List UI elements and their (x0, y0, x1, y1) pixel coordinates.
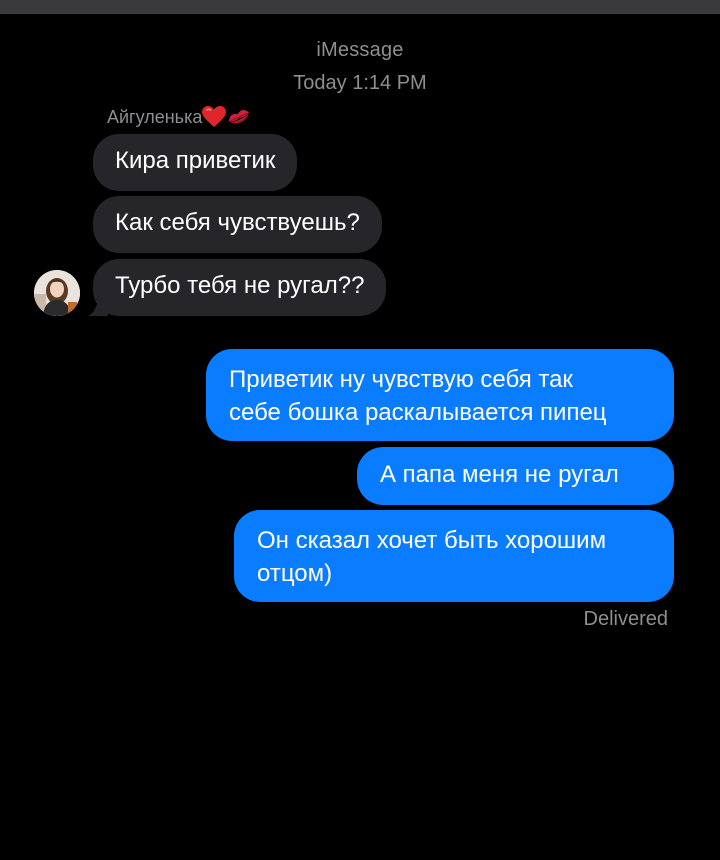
message-text-line: отцом) (257, 560, 333, 587)
incoming-message[interactable]: Турбо тебя не ругал?? (93, 259, 387, 316)
contact-avatar[interactable] (34, 270, 80, 316)
message-text: Как себя чувствуешь? (115, 209, 360, 236)
message-text: Турбо тебя не ругал?? (115, 272, 365, 299)
incoming-message[interactable]: Как себя чувствуешь? (93, 196, 382, 253)
window-top-bar (0, 0, 720, 14)
outgoing-message[interactable]: Приветик ну чувствую себя так себе бошка… (206, 349, 674, 441)
avatar-photo (34, 270, 80, 316)
timestamp: Today 1:14 PM (293, 72, 427, 94)
outgoing-message[interactable]: Он сказал хочет быть хорошим отцом) (234, 510, 674, 602)
delivery-status: Delivered (583, 608, 668, 630)
red-heart-icon (202, 106, 227, 127)
service-label: iMessage (316, 39, 404, 61)
kiss-mark-icon (229, 109, 250, 124)
incoming-message[interactable]: Кира приветик (93, 134, 298, 191)
message-text-line: себе бошка раскалывается пипец (229, 399, 607, 426)
sender-name: Айгуленька (107, 107, 203, 127)
message-text-line: Он сказал хочет быть хорошим (257, 527, 607, 554)
message-text: А папа меня не ругал (380, 461, 619, 488)
sender-emoji (202, 106, 252, 128)
message-text-line: Приветик ну чувствую себя так (229, 366, 573, 393)
sender-name-row: Айгуленька (107, 105, 252, 129)
conversation-header: iMessage Today 1:14 PM (0, 36, 720, 97)
message-text: Кира приветик (115, 147, 276, 174)
outgoing-message[interactable]: А папа меня не ругал (357, 447, 674, 505)
